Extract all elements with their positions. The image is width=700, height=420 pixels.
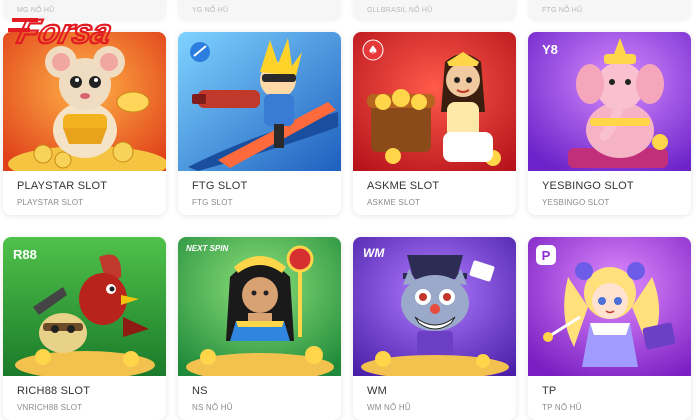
top-card-label: GLLBRASIL NỔ HŨ: [367, 7, 433, 14]
game-title: ASKME SLOT: [367, 180, 440, 192]
game-provider: PLAYSTAR SLOT: [17, 198, 84, 207]
rooster-icon: R88: [3, 237, 166, 376]
game-card[interactable]: Y8 YESBINGO SLOT YESBINGO SLOT: [528, 32, 691, 215]
game-card[interactable]: WM WM WM NỔ HŨ: [353, 237, 516, 420]
game-thumbnail: [3, 32, 166, 171]
game-thumbnail: R88: [3, 237, 166, 376]
surfer-hero-icon: [178, 32, 341, 171]
spade-icon: ♠: [368, 43, 379, 57]
game-thumbnail: [178, 32, 341, 171]
top-card[interactable]: GLLBRASIL NỔ HŨ: [353, 0, 516, 20]
brand-logo[interactable]: Forsa: [8, 10, 146, 52]
game-thumbnail: Y8: [528, 32, 691, 171]
game-title: FTG SLOT: [192, 180, 248, 192]
game-card[interactable]: PLAYSTAR SLOT PLAYSTAR SLOT: [3, 32, 166, 215]
game-provider: TP NỔ HŨ: [542, 403, 582, 412]
game-title: YESBINGO SLOT: [542, 180, 634, 192]
rich88-badge: R88: [13, 247, 37, 262]
cleopatra-icon: NEXT SPIN: [178, 237, 341, 376]
game-provider: VNRICH88 SLOT: [17, 403, 83, 412]
game-thumbnail: NEXT SPIN: [178, 237, 341, 376]
game-card[interactable]: P TP TP NỔ HŨ: [528, 237, 691, 420]
tp-badge: P: [542, 248, 551, 263]
top-card[interactable]: FTG NỔ HŨ: [528, 0, 691, 20]
game-provider: ASKME SLOT: [367, 198, 421, 207]
game-provider: NS NỔ HŨ: [192, 403, 233, 412]
clown-cat-icon: WM: [353, 237, 516, 376]
mouse-gold-icon: [3, 32, 166, 171]
ganesha-icon: Y8: [528, 32, 691, 171]
game-thumbnail: ♠: [353, 32, 516, 171]
fairy-girl-icon: P: [528, 237, 691, 376]
top-card-label: FTG NỔ HŨ: [542, 7, 583, 14]
game-title: NS: [192, 385, 208, 397]
game-card[interactable]: NEXT SPIN NS NS NỔ HŨ: [178, 237, 341, 420]
game-card[interactable]: R88 RICH88 SLOT VNRICH88 SLOT: [3, 237, 166, 420]
game-lobby: MG NỔ HŨ YG NỔ HŨ GLLBRASIL NỔ HŨ FTG NỔ…: [0, 0, 700, 420]
game-provider: FTG SLOT: [192, 198, 233, 207]
yesbingo-badge: Y8: [542, 42, 558, 57]
game-title: TP: [542, 385, 557, 397]
game-title: PLAYSTAR SLOT: [17, 180, 108, 192]
top-card[interactable]: YG NỔ HŨ: [178, 0, 341, 20]
game-title: WM: [367, 385, 387, 397]
game-thumbnail: P: [528, 237, 691, 376]
game-provider: WM NỔ HŨ: [367, 403, 411, 412]
wm-badge: WM: [363, 246, 385, 260]
game-thumbnail: WM: [353, 237, 516, 376]
treasure-girl-icon: ♠: [353, 32, 516, 171]
game-provider: YESBINGO SLOT: [542, 198, 610, 207]
top-card-label: YG NỔ HŨ: [192, 7, 229, 14]
game-title: RICH88 SLOT: [17, 385, 91, 397]
nextspin-badge: NEXT SPIN: [186, 244, 228, 253]
game-card[interactable]: ♠ ASKME SLOT ASKME SLOT: [353, 32, 516, 215]
game-card[interactable]: FTG SLOT FTG SLOT: [178, 32, 341, 215]
